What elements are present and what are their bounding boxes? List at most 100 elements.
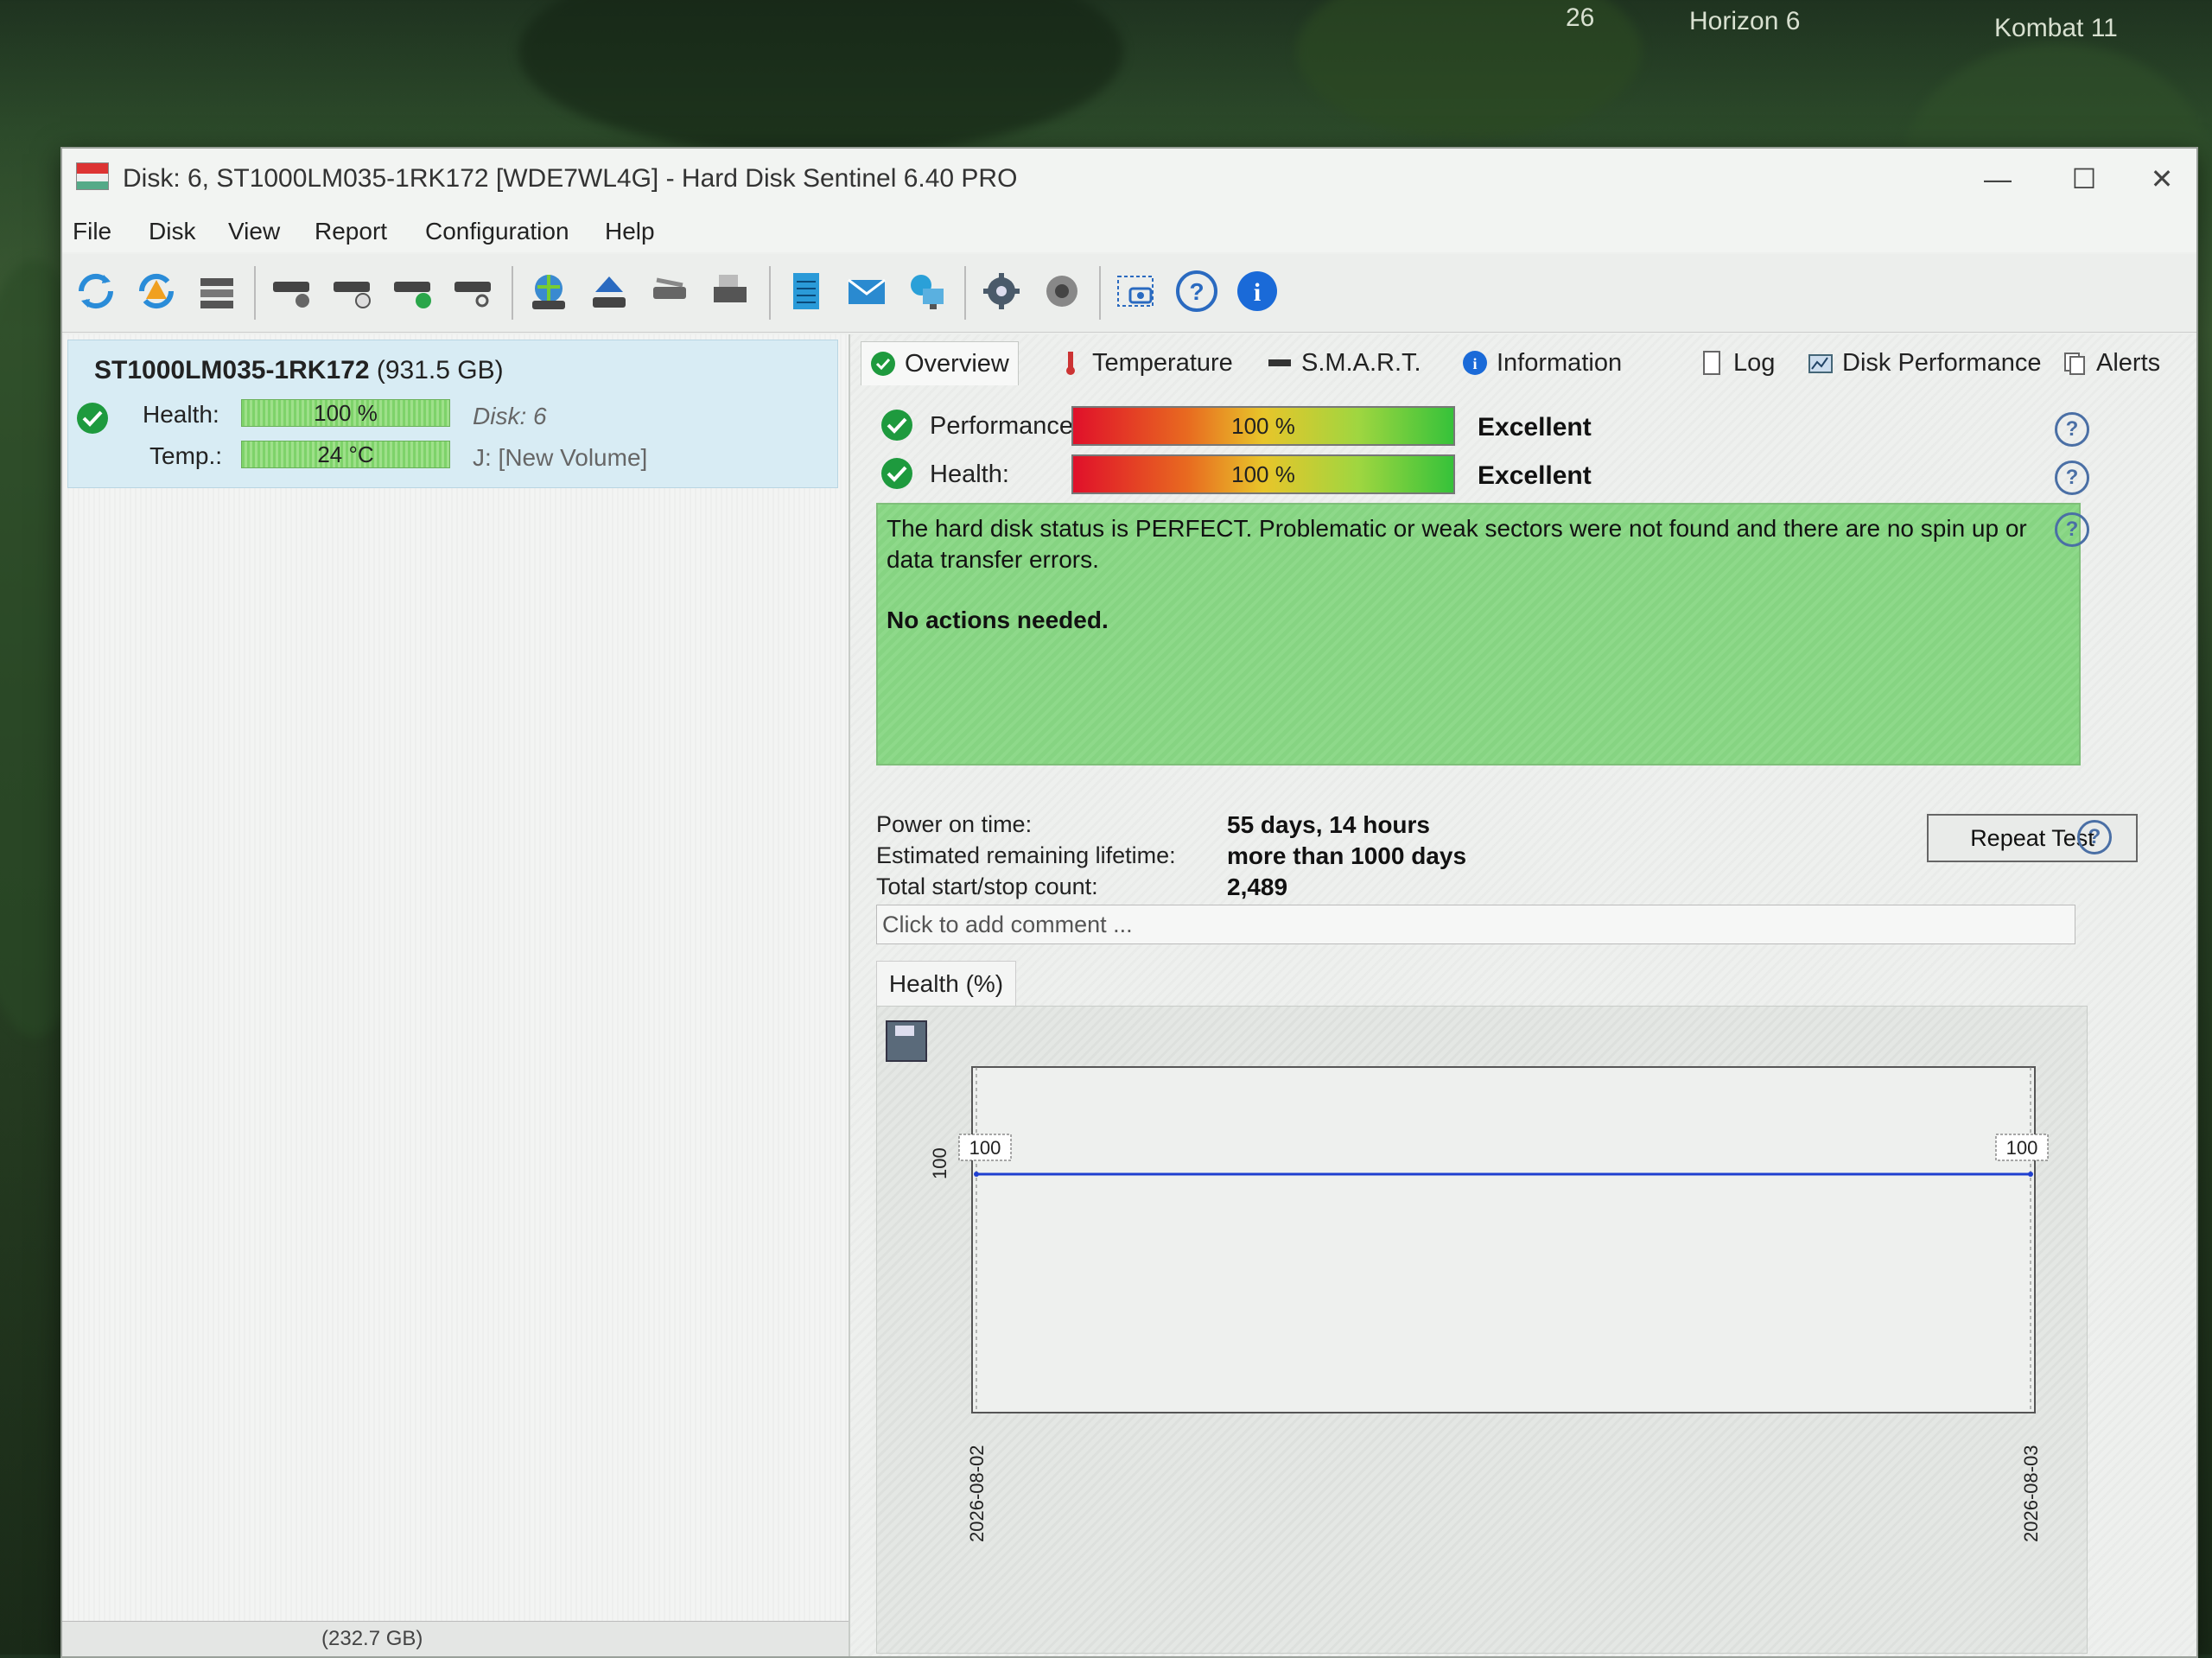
health-chart: 100 100 100 2026-08-02 2026-08-03 — [929, 1066, 2049, 1542]
disk-clock-icon[interactable] — [325, 264, 378, 318]
disk-ok-icon[interactable] — [385, 264, 439, 318]
toolbar-separator — [512, 266, 513, 320]
temp-bar: 24 °C — [241, 441, 450, 468]
disk-number: Disk: 6 — [473, 403, 547, 429]
tab-overview[interactable]: Overview — [861, 341, 1019, 385]
toolbar-separator — [254, 266, 256, 320]
desktop-label[interactable]: 26 — [1566, 3, 1594, 33]
maximize-button[interactable]: ☐ — [2050, 157, 2119, 200]
help-icon[interactable]: ? — [1170, 264, 1224, 318]
health-chart-area: 100 100 100 2026-08-02 2026-08-03 — [876, 1006, 2088, 1654]
screenshot-icon[interactable] — [1109, 264, 1163, 318]
menu-view[interactable]: View — [228, 218, 280, 245]
toolbar-separator — [1099, 266, 1101, 320]
temp-label: Temp.: — [149, 442, 223, 469]
menu-disk[interactable]: Disk — [149, 218, 195, 245]
disk-list-icon[interactable] — [190, 264, 244, 318]
tab-alerts[interactable]: Alerts — [2062, 341, 2160, 384]
menu-file[interactable]: File — [73, 218, 111, 245]
check-icon — [871, 352, 895, 376]
tab-label: Alerts — [2096, 348, 2161, 377]
close-button[interactable]: ✕ — [2127, 157, 2196, 200]
startstop-label: Total start/stop count: — [876, 873, 1098, 899]
tab-information[interactable]: i Information — [1462, 341, 1622, 384]
power-on-value: 55 days, 14 hours — [1227, 811, 1431, 838]
y-axis-label: 100 — [929, 1147, 950, 1179]
toolbar-separator — [769, 266, 771, 320]
tab-label: Disk Performance — [1842, 348, 2042, 377]
tree-shadow — [518, 0, 1123, 156]
tab-label: Information — [1497, 348, 1623, 377]
plot-frame — [971, 1066, 2036, 1413]
status-action: No actions needed. — [887, 607, 1109, 633]
startstop-value: 2,489 — [1227, 873, 1288, 900]
network-icon[interactable] — [900, 264, 954, 318]
health-gauge: 100 % — [1071, 454, 1455, 494]
repeat-test-help-icon[interactable]: ? — [2077, 820, 2112, 854]
app-icon — [76, 162, 109, 190]
health-label: Health: — [930, 461, 1009, 488]
volume-label: J: [New Volume] — [473, 444, 648, 471]
tab-smart[interactable]: S.M.A.R.T. — [1267, 341, 1421, 384]
disk-search-icon[interactable] — [446, 264, 499, 318]
sound-icon[interactable] — [1035, 264, 1089, 318]
power-on-label: Power on time: — [876, 811, 1033, 837]
disk-title: ST1000LM035-1RK172 (931.5 GB) — [94, 356, 504, 385]
minimize-button[interactable]: — — [1963, 157, 2032, 200]
details-panel: Overview Temperature S.M.A.R.T. i Inform… — [850, 334, 2196, 1656]
tab-log[interactable]: Log — [1699, 341, 1775, 384]
notes-icon[interactable] — [779, 264, 833, 318]
settings-icon[interactable] — [975, 264, 1028, 318]
partition-size: (232.7 GB) — [321, 1627, 423, 1650]
health-help-icon[interactable]: ? — [2055, 461, 2089, 495]
tab-label: Overview — [905, 349, 1009, 378]
performance-label: Performance: — [930, 412, 1081, 440]
disk-capacity: (931.5 GB) — [376, 356, 504, 384]
tab-disk-performance[interactable]: Disk Performance — [1808, 341, 2041, 384]
globe-disk-icon[interactable] — [522, 264, 575, 318]
refresh-warning-icon[interactable] — [130, 264, 183, 318]
performance-rating: Excellent — [1478, 413, 1592, 441]
status-help-icon[interactable]: ? — [2055, 512, 2089, 547]
menu-report[interactable]: Report — [315, 218, 387, 245]
info-icon[interactable]: i — [1230, 264, 1284, 318]
svg-text:i: i — [1254, 278, 1261, 307]
tab-temperature[interactable]: Temperature — [1058, 341, 1233, 384]
health-rating: Excellent — [1478, 461, 1592, 490]
disk-entry[interactable]: ST1000LM035-1RK172 (931.5 GB) Health: 10… — [67, 340, 838, 488]
desktop-label[interactable]: Kombat 11 — [1994, 14, 2118, 43]
tab-health-chart[interactable]: Health (%) — [876, 961, 1016, 1007]
disk-icon — [1268, 359, 1291, 366]
status-text: The hard disk status is PERFECT. Problem… — [887, 515, 2027, 573]
document-icon — [1703, 351, 1720, 375]
menu-help[interactable]: Help — [605, 218, 655, 245]
comment-field[interactable]: Click to add comment ... — [876, 905, 2075, 944]
status-message-box: The hard disk status is PERFECT. Problem… — [876, 503, 2081, 765]
info-icon: i — [1463, 351, 1487, 375]
data-label: 100 — [2006, 1137, 2038, 1159]
disk-model: ST1000LM035-1RK172 — [94, 356, 370, 384]
check-icon — [881, 410, 912, 441]
desktop-label[interactable]: Horizon 6 — [1689, 7, 1800, 36]
eject-icon[interactable] — [582, 264, 636, 318]
data-point — [2028, 1172, 2033, 1177]
x-tick-label: 2026-08-03 — [2020, 1445, 2042, 1542]
health-label: Health: — [143, 401, 219, 428]
email-icon[interactable] — [840, 264, 893, 318]
printer-icon[interactable] — [703, 264, 757, 318]
data-point — [974, 1172, 979, 1177]
main-window: Disk: 6, ST1000LM035-1RK172 [WDE7WL4G] -… — [60, 147, 2198, 1658]
disk-check-icon[interactable] — [264, 264, 318, 318]
performance-help-icon[interactable]: ? — [2055, 412, 2089, 447]
tab-label: Temperature — [1092, 348, 1233, 377]
menu-configuration[interactable]: Configuration — [425, 218, 569, 245]
tab-label: Log — [1733, 348, 1776, 377]
disk-tools-icon[interactable] — [643, 264, 696, 318]
toolbar-separator — [964, 266, 966, 320]
window-title: Disk: 6, ST1000LM035-1RK172 [WDE7WL4G] -… — [123, 164, 1018, 193]
title-bar[interactable]: Disk: 6, ST1000LM035-1RK172 [WDE7WL4G] -… — [62, 149, 2196, 209]
refresh-icon[interactable] — [69, 264, 123, 318]
svg-text:?: ? — [1189, 278, 1204, 305]
performance-gauge: 100 % — [1071, 406, 1455, 446]
chart-icon — [1808, 354, 1833, 373]
